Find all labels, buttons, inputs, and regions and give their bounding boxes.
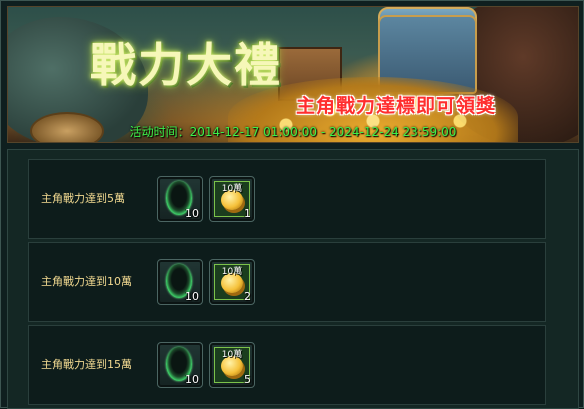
item-count: 10 (185, 207, 199, 220)
event-banner: 戰力大禮 主角戰力達標即可領獎 活动时间：2014-12-17 01:00:00… (7, 6, 579, 143)
coin-amount-tag: 10萬 (221, 184, 243, 194)
reward-row: 主角戰力達到5萬 10 10萬 1 (28, 159, 546, 239)
reward-row: 主角戰力達到15萬 10 10萬 5 (28, 325, 546, 405)
item-count: 1 (244, 207, 251, 220)
item-count: 5 (244, 373, 251, 386)
item-count: 10 (185, 373, 199, 386)
reward-row: 主角戰力達到10萬 10 10萬 2 (28, 242, 546, 322)
event-time: 活动时间：2014-12-17 01:00:00 - 2024-12-24 23… (129, 125, 457, 139)
event-panel: 戰力大禮 主角戰力達標即可領獎 活动时间：2014-12-17 01:00:00… (0, 0, 584, 409)
item-count: 2 (244, 290, 251, 303)
reward-list: 主角戰力達到5萬 10 10萬 1 主角戰力達到10萬 10 10萬 2 主角戰… (7, 149, 579, 409)
item-count: 10 (185, 290, 199, 303)
item-slot[interactable]: 10 (157, 342, 203, 388)
item-slot[interactable]: 10萬 5 (209, 342, 255, 388)
reward-condition: 主角戰力達到10萬 (41, 275, 132, 288)
coin-amount-tag: 10萬 (221, 350, 243, 360)
event-subtitle: 主角戰力達標即可領獎 (295, 95, 496, 117)
reward-condition: 主角戰力達到5萬 (41, 192, 125, 205)
item-slot[interactable]: 10 (157, 176, 203, 222)
coin-amount-tag: 10萬 (221, 267, 243, 277)
event-title: 戰力大禮 (90, 38, 282, 92)
reward-condition: 主角戰力達到15萬 (41, 358, 132, 371)
item-slot[interactable]: 10 (157, 259, 203, 305)
item-slot[interactable]: 10萬 2 (209, 259, 255, 305)
item-slot[interactable]: 10萬 1 (209, 176, 255, 222)
